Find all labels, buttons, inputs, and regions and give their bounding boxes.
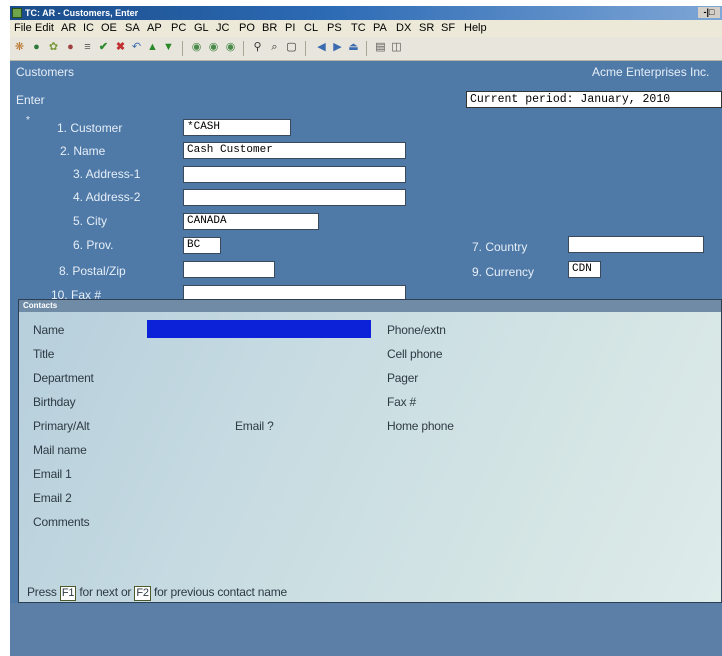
contacts-panel: Contacts Name Title Department Birthday …	[18, 299, 722, 603]
menu-ar[interactable]: AR	[61, 20, 76, 37]
contact-phone-label: Phone/extn	[387, 323, 446, 337]
country-label: 7. Country	[472, 240, 528, 254]
contact-fax-label: Fax #	[387, 395, 417, 409]
contact-name-label: Name	[33, 323, 65, 337]
menu-sf[interactable]: SF	[441, 20, 455, 37]
company-name: Acme Enterprises Inc.	[592, 65, 710, 79]
menu-help[interactable]: Help	[464, 20, 487, 37]
circle-mid-icon[interactable]: ◉	[207, 41, 220, 54]
cancel-icon[interactable]: ✖	[114, 41, 127, 54]
currency-field[interactable]: CDN	[568, 261, 601, 278]
menu-jc[interactable]: JC	[216, 20, 229, 37]
palette-icon[interactable]: ✿	[47, 41, 60, 54]
address1-label: 3. Address-1	[73, 167, 141, 181]
menu-sr[interactable]: SR	[419, 20, 434, 37]
contact-email2-label: Email 2	[33, 491, 72, 505]
title-bar: TC: AR - Customers, Enter -|□	[10, 6, 722, 20]
customer-field[interactable]: *CASH	[183, 119, 291, 136]
prev-icon[interactable]: ◀	[315, 41, 328, 54]
footer-press: Press	[27, 585, 57, 599]
menu-sa[interactable]: SA	[125, 20, 140, 37]
postal-field[interactable]	[183, 261, 275, 278]
contact-mail-name-label: Mail name	[33, 443, 87, 457]
f2-key[interactable]: F2	[134, 586, 151, 601]
check-icon[interactable]: ✔	[97, 41, 110, 54]
menu-bar: File Edit AR IC OE SA AP PC GL JC PO BR …	[10, 20, 722, 37]
app-icon	[12, 8, 22, 18]
menu-gl[interactable]: GL	[194, 20, 209, 37]
zoom-icon[interactable]: ⌕	[268, 41, 281, 54]
list-icon[interactable]: ≡	[81, 41, 94, 54]
window-controls[interactable]: -|□	[698, 7, 720, 18]
stop-icon[interactable]: ●	[64, 41, 77, 54]
undo-icon[interactable]: ↶	[130, 41, 143, 54]
customer-label: 1. Customer	[57, 121, 123, 135]
contacts-footer-hint: Press F1 for next or F2 for previous con…	[27, 585, 287, 601]
prov-label: 6. Prov.	[73, 238, 114, 252]
bottom-background	[10, 603, 722, 656]
name-field[interactable]: Cash Customer	[183, 142, 406, 159]
city-label: 5. City	[73, 214, 108, 228]
menu-pc[interactable]: PC	[171, 20, 186, 37]
contact-name-field[interactable]	[147, 320, 371, 338]
logo-icon[interactable]: ❋	[13, 41, 26, 54]
application-window: TC: AR - Customers, Enter -|□ File Edit …	[10, 6, 722, 656]
menu-file[interactable]: File	[14, 20, 32, 37]
refresh-icon[interactable]: ●	[30, 41, 43, 54]
save-icon[interactable]: ▤	[374, 41, 387, 54]
contact-cell-label: Cell phone	[387, 347, 443, 361]
contact-primary-alt-label: Primary/Alt	[33, 419, 90, 433]
contact-email-flag-label: Email ?	[235, 419, 274, 433]
contact-home-phone-label: Home phone	[387, 419, 454, 433]
footer-end: for previous contact name	[153, 585, 288, 599]
window-title: TC: AR - Customers, Enter	[25, 8, 139, 18]
binoculars-icon[interactable]: ⚲	[251, 41, 264, 54]
current-period: Current period: January, 2010	[466, 91, 722, 108]
down-icon[interactable]: ▼	[162, 41, 175, 54]
contact-department-label: Department	[33, 371, 94, 385]
menu-dx[interactable]: DX	[396, 20, 411, 37]
contact-comments-label: Comments	[33, 515, 90, 529]
contact-title-label: Title	[33, 347, 55, 361]
circle-right-icon[interactable]: ◉	[224, 41, 237, 54]
menu-pi[interactable]: PI	[285, 20, 295, 37]
required-marker: *	[26, 115, 30, 126]
prov-field[interactable]: BC	[183, 237, 221, 254]
menu-oe[interactable]: OE	[101, 20, 117, 37]
toolbar: ❋ ● ✿ ● ≡ ✔ ✖ ↶ ▲ ▼ ◉ ◉ ◉ ⚲ ⌕ ▢ ◀ ▶ ⏏ ▤ …	[10, 37, 722, 61]
next-icon[interactable]: ▶	[331, 41, 344, 54]
mode-label: Enter	[16, 93, 45, 107]
menu-ps[interactable]: PS	[327, 20, 342, 37]
contact-email1-label: Email 1	[33, 467, 72, 481]
menu-pa[interactable]: PA	[373, 20, 387, 37]
address2-field[interactable]	[183, 189, 406, 206]
contact-birthday-label: Birthday	[33, 395, 76, 409]
city-field[interactable]: CANADA	[183, 213, 319, 230]
menu-tc[interactable]: TC	[351, 20, 366, 37]
country-field[interactable]	[568, 236, 704, 253]
preview-icon[interactable]: ◫	[390, 41, 403, 54]
circle-left-icon[interactable]: ◉	[190, 41, 203, 54]
currency-label: 9. Currency	[472, 265, 535, 279]
postal-label: 8. Postal/Zip	[59, 264, 126, 278]
menu-br[interactable]: BR	[262, 20, 277, 37]
up-icon[interactable]: ▲	[146, 41, 159, 54]
contact-pager-label: Pager	[387, 371, 419, 385]
footer-mid: for next or	[79, 585, 132, 599]
name-label: 2. Name	[60, 144, 106, 158]
f1-key[interactable]: F1	[59, 586, 77, 601]
menu-edit[interactable]: Edit	[35, 20, 54, 37]
menu-ap[interactable]: AP	[147, 20, 162, 37]
address1-field[interactable]	[183, 166, 406, 183]
last-icon[interactable]: ⏏	[347, 41, 360, 54]
menu-po[interactable]: PO	[239, 20, 255, 37]
address2-label: 4. Address-2	[73, 190, 141, 204]
contacts-title: Contacts	[19, 300, 721, 312]
menu-ic[interactable]: IC	[83, 20, 94, 37]
doc-icon[interactable]: ▢	[285, 41, 298, 54]
menu-cl[interactable]: CL	[304, 20, 318, 37]
screen-label: Customers	[16, 65, 75, 79]
